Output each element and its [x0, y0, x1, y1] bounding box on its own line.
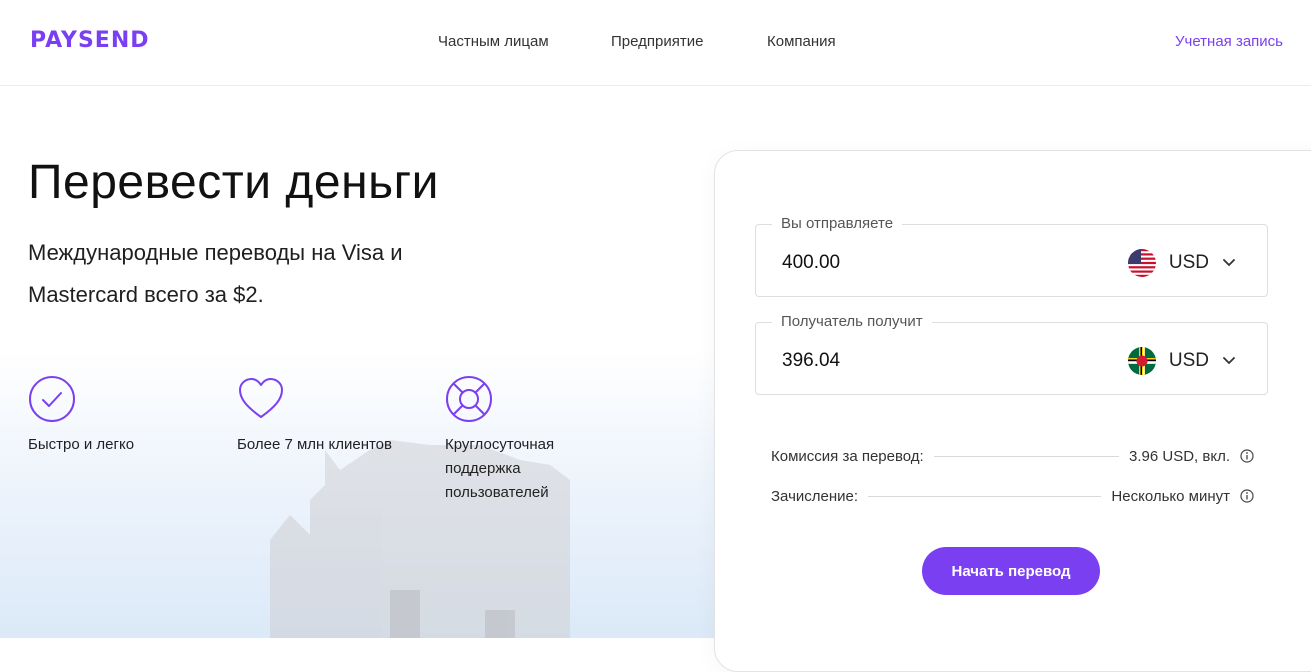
receive-amount-label: Получатель получит — [772, 313, 932, 330]
paysend-logo[interactable]: PAYSEND — [30, 28, 150, 53]
dominica-flag-icon — [1127, 347, 1156, 375]
site-header: PAYSEND Частным лицам Предприятие Компан… — [0, 0, 1311, 86]
delivery-label: Зачисление: — [771, 487, 859, 505]
us-flag-icon — [1127, 249, 1156, 277]
send-currency-select[interactable]: USD — [1127, 249, 1235, 277]
feature-support: Круглосуточная поддержка пользователей — [445, 375, 625, 505]
nav-enterprise[interactable]: Предприятие — [611, 33, 703, 50]
heart-icon — [239, 378, 283, 418]
hero-subtitle: Международные переводы на Visa и Masterc… — [28, 240, 403, 307]
nav-company[interactable]: Компания — [767, 33, 836, 50]
send-amount-field[interactable]: Вы отправляете USD — [755, 215, 1268, 297]
chevron-down-icon — [1223, 357, 1235, 365]
feature-text: Круглосуточная поддержка пользователей — [445, 436, 555, 501]
delivery-value: Несколько минут — [1111, 487, 1230, 505]
check-circle-icon — [29, 376, 75, 422]
feature-text: Более 7 млн клиентов — [237, 436, 392, 453]
feature-fast: Быстро и легко — [28, 375, 208, 457]
dotted-divider — [868, 495, 1102, 497]
lifebuoy-icon — [446, 376, 492, 422]
start-transfer-button[interactable]: Начать перевод — [922, 547, 1100, 595]
transfer-calculator-card: Вы отправляете USD Получатель получит — [714, 150, 1311, 672]
info-icon[interactable] — [1240, 449, 1254, 463]
feature-text: Быстро и легко — [28, 436, 135, 453]
account-link[interactable]: Учетная запись — [1175, 33, 1283, 50]
send-amount-label: Вы отправляете — [772, 215, 903, 232]
page-title: Перевести деньги — [28, 156, 439, 209]
fee-value: 3.96 USD, вкл. — [1129, 447, 1230, 465]
receive-amount-field[interactable]: Получатель получит USD — [755, 313, 1268, 395]
receive-currency-code: USD — [1168, 350, 1209, 371]
delivery-row: Зачисление: Несколько минут — [771, 486, 1254, 506]
send-amount-input[interactable] — [780, 251, 1084, 275]
receive-currency-select[interactable]: USD — [1127, 347, 1235, 375]
feature-clients: Более 7 млн клиентов — [237, 375, 417, 457]
receive-amount-input[interactable] — [780, 349, 1084, 373]
fee-row: Комиссия за перевод: 3.96 USD, вкл. — [771, 446, 1254, 466]
send-currency-code: USD — [1168, 252, 1209, 273]
dotted-divider — [933, 455, 1119, 457]
info-icon[interactable] — [1240, 489, 1254, 503]
fee-label: Комиссия за перевод: — [771, 447, 924, 465]
chevron-down-icon — [1223, 259, 1235, 267]
nav-private-persons[interactable]: Частным лицам — [438, 33, 549, 50]
